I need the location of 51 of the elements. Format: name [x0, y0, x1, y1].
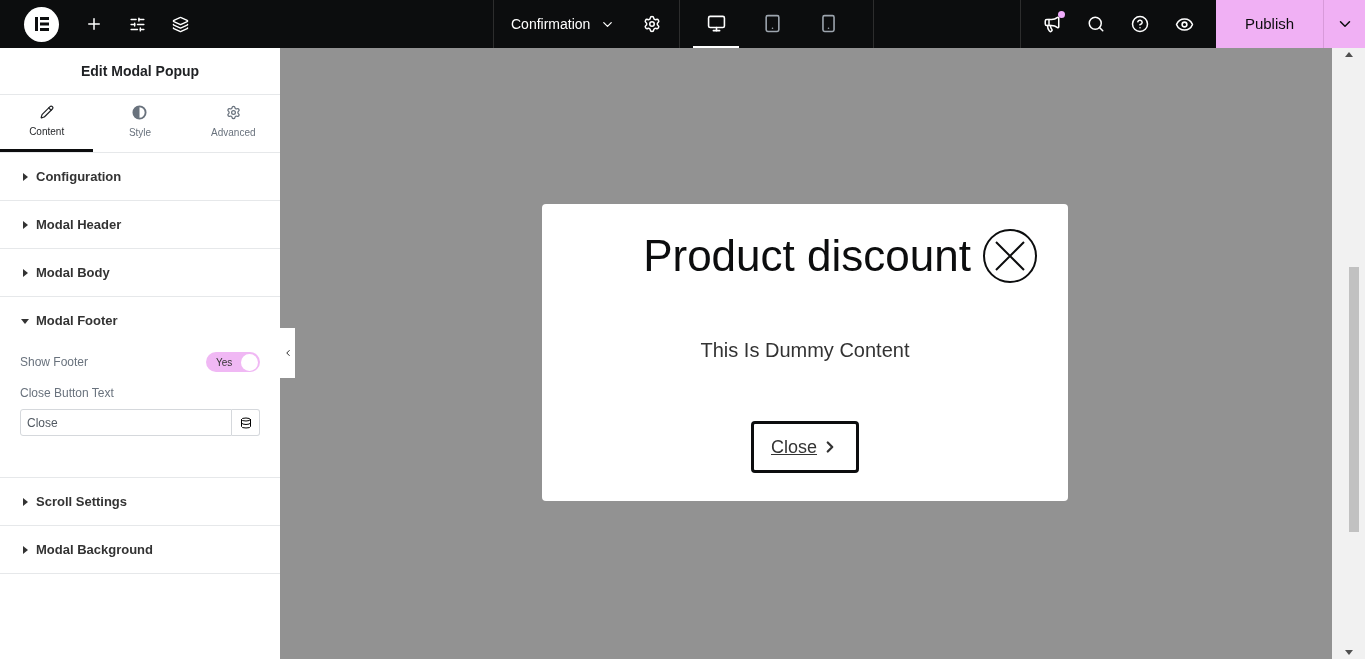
- caret-right-icon: [21, 172, 29, 181]
- modal-close-button[interactable]: Close: [751, 421, 859, 473]
- modal-body-text: This Is Dummy Content: [700, 338, 910, 363]
- close-icon: [992, 239, 1027, 273]
- section-header[interactable]: Modal Header: [0, 201, 280, 248]
- caret-right-icon: [21, 268, 29, 277]
- control-label: Show Footer: [20, 354, 89, 371]
- site-settings-button[interactable]: [129, 15, 146, 33]
- logo-button[interactable]: [24, 6, 59, 42]
- scroll-down-arrow-icon[interactable]: [1344, 650, 1353, 655]
- document-dropdown[interactable]: Confirmation: [511, 13, 616, 35]
- contrast-icon: [132, 104, 148, 120]
- close-icon-button[interactable]: [982, 229, 1037, 283]
- panel-tab[interactable]: Style: [93, 95, 187, 152]
- caret-down-icon: [21, 316, 29, 325]
- scroll-up-arrow-icon[interactable]: [1344, 52, 1353, 57]
- gear-icon: [225, 104, 241, 120]
- panel-tab[interactable]: Content: [0, 95, 94, 152]
- caret-right-icon: [21, 220, 29, 229]
- help-icon: [1131, 15, 1149, 33]
- database-icon: [239, 416, 252, 429]
- section-header[interactable]: Scroll Settings: [0, 478, 280, 525]
- tablet-icon: [762, 13, 782, 33]
- search-button[interactable]: [1087, 15, 1105, 33]
- publish-button[interactable]: Publish: [1216, 0, 1324, 48]
- settings-button[interactable]: [643, 15, 662, 33]
- megaphone-icon: [1043, 15, 1061, 33]
- dynamic-tags-button[interactable]: [232, 409, 260, 436]
- plus-icon: [85, 15, 103, 33]
- section-header[interactable]: Modal Footer: [0, 297, 280, 344]
- section-header[interactable]: Configuration: [0, 153, 280, 200]
- desktop-icon: [706, 13, 726, 33]
- help-button[interactable]: [1131, 15, 1149, 33]
- scrollbar-thumb[interactable]: [1348, 267, 1359, 532]
- add-element-button[interactable]: [85, 15, 103, 33]
- search-icon: [1087, 15, 1105, 33]
- pencil-icon: [39, 105, 54, 119]
- toggle-switch[interactable]: Yes: [206, 352, 260, 372]
- layers-icon: [172, 15, 189, 33]
- panel-tab[interactable]: Advanced: [186, 95, 280, 152]
- settings-icon: [643, 15, 662, 33]
- logo-icon: [33, 16, 50, 32]
- section-header[interactable]: Modal Body: [0, 249, 280, 296]
- section-header[interactable]: Modal Background: [0, 526, 280, 573]
- sliders-icon: [129, 15, 146, 33]
- input-field[interactable]: Close: [20, 409, 232, 436]
- modal-title: Product discount: [643, 230, 971, 282]
- caret-right-icon: [21, 545, 29, 554]
- structure-button[interactable]: [172, 15, 189, 33]
- control-label: Close Button Text: [20, 385, 115, 402]
- caret-right-icon: [21, 497, 29, 506]
